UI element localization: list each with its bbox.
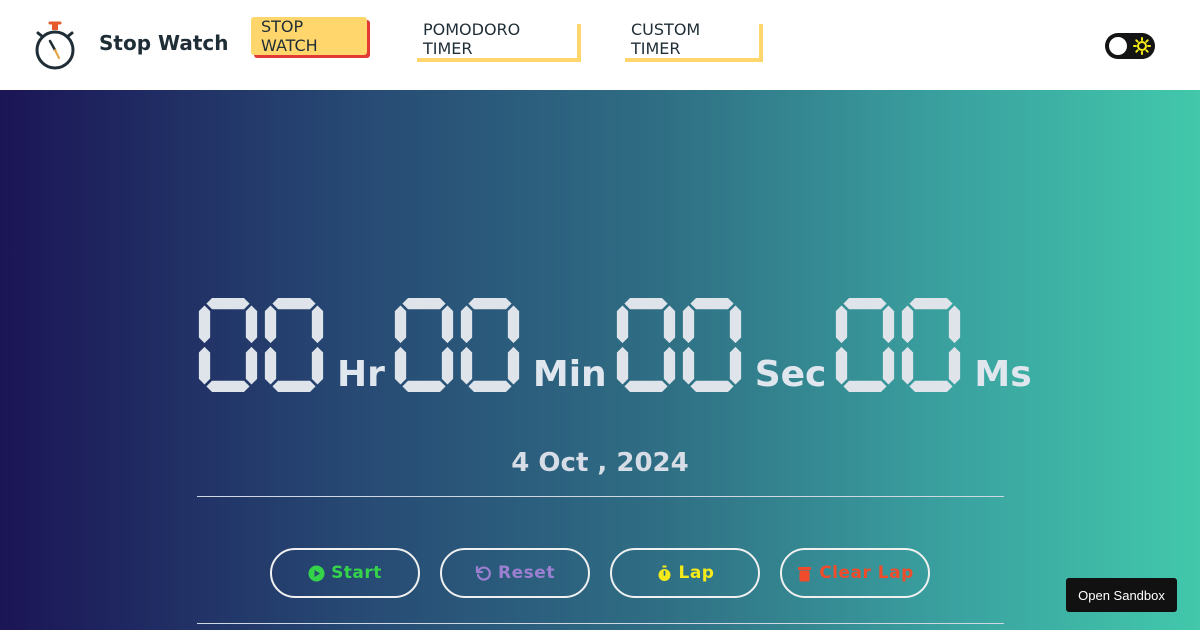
- digit-0: [681, 295, 743, 395]
- segment-f: [394, 305, 407, 344]
- segment-c: [245, 346, 258, 385]
- segment-b: [729, 305, 741, 344]
- segment-f: [836, 305, 848, 344]
- segment-b: [663, 305, 675, 344]
- segment-b: [507, 305, 520, 344]
- segment-a: [843, 298, 887, 310]
- segment-b: [311, 305, 324, 344]
- segment-c: [441, 346, 454, 385]
- digit-0: [197, 295, 259, 395]
- segment-b: [245, 305, 258, 344]
- toggle-knob: [1109, 37, 1127, 55]
- tab-pomodoro-timer[interactable]: POMODORO TIMER: [413, 20, 577, 58]
- segment-a: [468, 298, 512, 310]
- digit-0: [834, 295, 896, 395]
- stopwatch-icon: [658, 565, 670, 581]
- segment-e: [836, 346, 848, 385]
- segment-a: [624, 298, 668, 310]
- segment-e: [394, 346, 407, 385]
- segment-a: [402, 298, 446, 310]
- tab-stop-watch[interactable]: STOP WATCH: [251, 17, 367, 55]
- open-sandbox-button[interactable]: Open Sandbox: [1066, 578, 1177, 612]
- millis-digits: [834, 295, 966, 395]
- hours-digits: [197, 295, 329, 395]
- segment-c: [949, 346, 961, 385]
- lap-label: Lap: [678, 563, 715, 583]
- hours-unit: Hr: [337, 354, 385, 395]
- segment-b: [949, 305, 961, 344]
- segment-a: [690, 298, 734, 310]
- segment-b: [441, 305, 454, 344]
- lap-button[interactable]: Lap: [610, 548, 760, 598]
- reset-button[interactable]: Reset: [440, 548, 590, 598]
- digit-0: [263, 295, 325, 395]
- trash-icon: [798, 566, 812, 581]
- segment-d: [402, 380, 446, 392]
- segment-f: [460, 305, 473, 344]
- digit-0: [393, 295, 455, 395]
- segment-d: [909, 380, 953, 392]
- segment-f: [264, 305, 277, 344]
- clear-lap-label: Clear Lap: [819, 563, 914, 583]
- divider: [197, 623, 1004, 624]
- segment-d: [690, 380, 734, 392]
- clear-lap-button[interactable]: Clear Lap: [780, 548, 930, 598]
- time-display: Hr Min Sec Ms: [197, 285, 1040, 395]
- segment-c: [883, 346, 895, 385]
- minutes-unit: Min: [532, 354, 607, 395]
- seconds-unit: Sec: [754, 354, 827, 395]
- segment-e: [616, 346, 628, 385]
- segment-d: [624, 380, 668, 392]
- segment-b: [883, 305, 895, 344]
- segment-e: [264, 346, 277, 385]
- segment-c: [729, 346, 741, 385]
- segment-e: [902, 346, 914, 385]
- segment-a: [206, 298, 250, 310]
- current-date: 4 Oct , 2024: [511, 448, 689, 478]
- segment-a: [909, 298, 953, 310]
- digit-0: [615, 295, 677, 395]
- segment-a: [272, 298, 316, 310]
- segment-e: [460, 346, 473, 385]
- millis-unit: Ms: [974, 354, 1032, 395]
- segment-c: [311, 346, 324, 385]
- segment-e: [198, 346, 211, 385]
- segment-f: [198, 305, 211, 344]
- segment-f: [902, 305, 914, 344]
- theme-toggle[interactable]: [1105, 33, 1155, 59]
- seconds-digits: [615, 295, 747, 395]
- segment-d: [272, 380, 316, 392]
- top-header: Stop Watch STOP WATCH POMODORO TIMER CUS…: [0, 0, 1200, 90]
- app-title: Stop Watch: [99, 31, 229, 55]
- tab-custom-timer[interactable]: CUSTOM TIMER: [621, 20, 759, 58]
- segment-d: [468, 380, 512, 392]
- play-icon: [308, 565, 325, 581]
- segment-d: [206, 380, 250, 392]
- segment-f: [682, 305, 694, 344]
- start-label: Start: [331, 563, 382, 583]
- sun-icon: [1133, 37, 1151, 55]
- timer-panel: Hr Min Sec Ms 4 Oct , 2024 Start Reset L…: [0, 90, 1200, 630]
- segment-c: [663, 346, 675, 385]
- segment-d: [843, 380, 887, 392]
- digit-0: [900, 295, 962, 395]
- minutes-digits: [393, 295, 525, 395]
- stopwatch-icon: [35, 21, 75, 70]
- segment-e: [682, 346, 694, 385]
- reset-label: Reset: [498, 563, 555, 583]
- reset-icon: [475, 565, 491, 581]
- segment-f: [616, 305, 628, 344]
- digit-0: [459, 295, 521, 395]
- divider: [197, 496, 1004, 497]
- start-button[interactable]: Start: [270, 548, 420, 598]
- segment-c: [507, 346, 520, 385]
